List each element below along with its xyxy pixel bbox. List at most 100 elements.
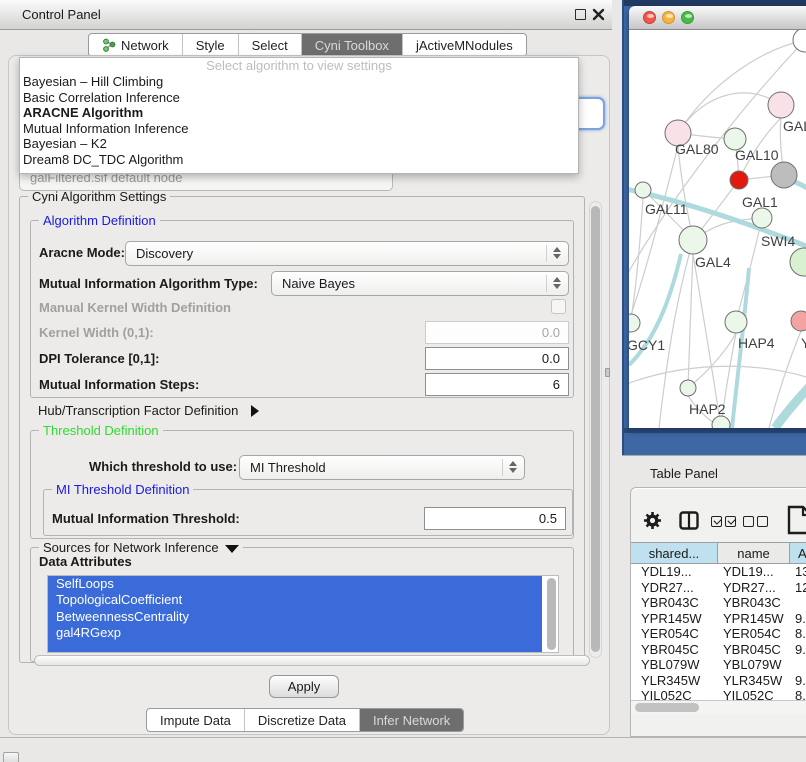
window-minimize-button[interactable]: [662, 11, 675, 24]
mi-algorithm-type-label: Mutual Information Algorithm Type:: [39, 276, 258, 291]
table-row[interactable]: YLR345WYLR345W9.: [631, 673, 806, 689]
table-panel-title: Table Panel: [650, 466, 718, 481]
sources-group-title[interactable]: Sources for Network Inference: [39, 540, 243, 555]
column-header-name[interactable]: name: [718, 543, 790, 563]
mi-algorithm-type-value: Naive Bayes: [272, 272, 568, 295]
tab-network-label: Network: [121, 34, 169, 57]
column-header-clipped[interactable]: A: [790, 543, 806, 563]
document-icon[interactable]: [787, 505, 806, 535]
network-view-window: GAL GAL80 GAL10 GAL1 GAL11 SWI4 GAL4 GCY…: [629, 6, 806, 428]
table-row[interactable]: YER054CYER054C8.: [631, 626, 806, 642]
node-hap4[interactable]: [725, 311, 747, 333]
column-header-shared-name[interactable]: shared...: [631, 543, 718, 563]
tab-infer-network[interactable]: Infer Network: [359, 709, 463, 731]
table-row[interactable]: YBR045CYBR045C9.: [631, 642, 806, 658]
threshold-definition-title: Threshold Definition: [39, 423, 163, 438]
attribute-item-partial[interactable]: [48, 642, 542, 653]
threshold-definition-group: Threshold Definition Which threshold to …: [30, 430, 574, 539]
algorithm-definition-group: Algorithm Definition Aracne Mode: Discov…: [30, 220, 574, 398]
table-row[interactable]: YIL052CYIL052C8.: [631, 688, 806, 700]
control-panel-titlebar[interactable]: Control Panel: [0, 0, 612, 30]
tab-style-label: Style: [196, 34, 225, 57]
algorithm-option-selected[interactable]: ARACNE Algorithm: [20, 105, 578, 121]
node-label: GAL11: [645, 201, 688, 217]
window-close-button[interactable]: [643, 11, 656, 24]
network-desktop-area: GAL GAL80 GAL10 GAL1 GAL11 SWI4 GAL4 GCY…: [622, 0, 806, 455]
mi-threshold-field[interactable]: 0.5: [424, 507, 566, 530]
tab-style[interactable]: Style: [182, 34, 238, 56]
tab-infer-network-label: Infer Network: [373, 709, 450, 732]
tab-jactivemnodules[interactable]: jActiveMNodules: [402, 34, 526, 56]
manual-kernel-width-checkbox[interactable]: [551, 299, 566, 314]
node-gal4[interactable]: [679, 226, 707, 254]
network-window-titlebar[interactable]: [629, 6, 806, 30]
table-row[interactable]: YDL19...YDL19...13: [631, 564, 806, 580]
tab-cyni-toolbox[interactable]: Cyni Toolbox: [301, 34, 402, 56]
network-canvas[interactable]: GAL GAL80 GAL10 GAL1 GAL11 SWI4 GAL4 GCY…: [629, 30, 806, 428]
expanded-arrow-icon: [225, 545, 239, 553]
unchecked-checkboxes-icon[interactable]: [743, 515, 768, 530]
stepper-arrows-icon: [552, 277, 561, 289]
algorithm-option[interactable]: Dream8 DC_TDC Algorithm: [20, 152, 578, 168]
attribute-item-selected[interactable]: BetweennessCentrality: [48, 609, 542, 625]
tab-select[interactable]: Select: [238, 34, 301, 56]
node-right-green[interactable]: [790, 248, 806, 276]
float-window-icon[interactable]: [575, 9, 586, 20]
node-table-window: shared... name A YDL19...YDL19...13 YDR2…: [630, 487, 806, 737]
which-threshold-combo[interactable]: MI Threshold: [239, 455, 525, 480]
panel-splitter-handle[interactable]: [605, 368, 610, 377]
node-unlabeled[interactable]: [793, 30, 806, 52]
mi-threshold-label: Mutual Information Threshold:: [52, 511, 240, 526]
node-bottom[interactable]: [712, 416, 730, 428]
close-icon[interactable]: [592, 8, 605, 21]
attribute-item-selected[interactable]: gal4RGexp: [48, 625, 542, 641]
attribute-item-selected[interactable]: TopologicalCoefficient: [48, 592, 542, 608]
algorithm-definition-title: Algorithm Definition: [39, 213, 160, 228]
node-hap2[interactable]: [680, 380, 696, 396]
split-columns-icon[interactable]: [679, 511, 699, 530]
node-gcy1[interactable]: [629, 314, 640, 332]
algorithm-option[interactable]: Bayesian – K2: [20, 136, 578, 152]
cyni-toolbox-panel: galFiltered.sif default node Select algo…: [8, 55, 610, 735]
node-gal11[interactable]: [635, 182, 651, 198]
node-label: Y: [801, 335, 806, 351]
table-row[interactable]: YPR145WYPR145W9.: [631, 611, 806, 627]
node-swi4[interactable]: [752, 208, 772, 228]
node-gal1-red[interactable]: [730, 171, 748, 189]
network-graph[interactable]: GAL GAL80 GAL10 GAL1 GAL11 SWI4 GAL4 GCY…: [629, 30, 806, 428]
mi-steps-field[interactable]: 6: [425, 373, 569, 396]
kernel-width-field[interactable]: 0.0: [425, 321, 569, 344]
tab-jactivemnodules-label: jActiveMNodules: [416, 34, 513, 57]
tab-network[interactable]: Network: [89, 34, 182, 56]
apply-button[interactable]: Apply: [269, 675, 339, 698]
collapsed-arrow-icon: [251, 405, 259, 417]
attribute-list-scrollbar[interactable]: [547, 578, 556, 650]
attribute-item-selected[interactable]: SelfLoops: [48, 576, 542, 592]
tab-impute-data[interactable]: Impute Data: [147, 709, 244, 731]
panel-title: Control Panel: [22, 7, 101, 22]
table-row[interactable]: YBL079WYBL079W: [631, 657, 806, 673]
algorithm-option[interactable]: Bayesian – Hill Climbing: [20, 74, 578, 90]
node-label: GAL10: [735, 147, 779, 163]
node-salmon[interactable]: [791, 311, 806, 331]
collapsed-panel-button[interactable]: [3, 752, 19, 762]
node-gal[interactable]: [768, 92, 794, 118]
settings-horizontal-scrollbar[interactable]: [34, 655, 590, 666]
settings-vertical-scrollbar[interactable]: [589, 201, 602, 658]
sources-group: Sources for Network Inference Data Attri…: [30, 547, 574, 662]
table-row[interactable]: YDR27...YDR27...12: [631, 580, 806, 596]
hub-definition-expander[interactable]: Hub/Transcription Factor Definition: [38, 403, 259, 418]
tab-discretize-data[interactable]: Discretize Data: [244, 709, 359, 731]
node-gal10-gray[interactable]: [771, 162, 797, 188]
checked-checkboxes-icon[interactable]: [711, 515, 736, 530]
algorithm-option[interactable]: Basic Correlation Inference: [20, 90, 578, 106]
table-body: YDL19...YDL19...13 YDR27...YDR27...12 YB…: [631, 564, 806, 700]
table-horizontal-scrollbar[interactable]: [631, 700, 806, 714]
table-row[interactable]: YBR043CYBR043C: [631, 595, 806, 611]
algorithm-option[interactable]: Mutual Information Inference: [20, 121, 578, 137]
window-zoom-button[interactable]: [681, 11, 694, 24]
mi-algorithm-type-combo[interactable]: Naive Bayes: [271, 271, 569, 296]
aracne-mode-combo[interactable]: Discovery: [125, 241, 569, 266]
dpi-tolerance-field[interactable]: 0.0: [425, 347, 569, 370]
gear-icon[interactable]: [643, 511, 662, 530]
